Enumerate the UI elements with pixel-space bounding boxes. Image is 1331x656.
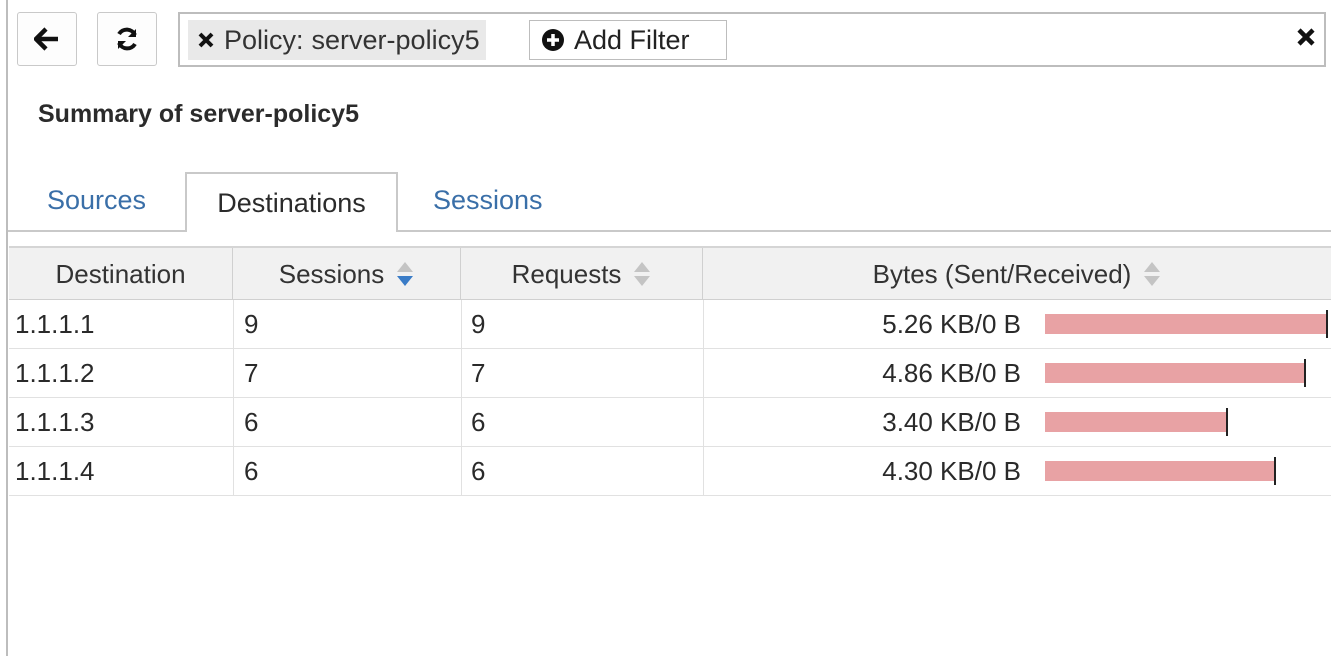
tab-sources[interactable]: Sources [47, 185, 146, 216]
table-row[interactable]: 1.1.1.3 6 6 3.40 KB/0 B [9, 398, 1331, 447]
bytes-bar [1045, 310, 1328, 338]
cell-sessions: 6 [244, 455, 259, 486]
column-divider [703, 349, 704, 397]
cell-requests: 6 [471, 406, 486, 437]
tab-destinations[interactable]: Destinations [185, 172, 398, 232]
arrow-left-icon [34, 27, 58, 51]
plus-circle-icon [542, 29, 564, 51]
bytes-bar-marker [1304, 359, 1306, 387]
cell-requests: 6 [471, 455, 486, 486]
column-divider [461, 447, 462, 495]
back-button[interactable] [17, 12, 77, 66]
bytes-bar-fill [1045, 314, 1328, 334]
column-header-sessions[interactable]: Sessions [233, 248, 461, 300]
column-header-label: Bytes (Sent/Received) [872, 258, 1132, 289]
column-header-label: Requests [511, 258, 622, 289]
remove-filter-icon[interactable] [192, 31, 220, 49]
column-divider [703, 447, 704, 495]
cell-destination: 1.1.1.4 [15, 455, 95, 486]
bytes-bar-marker [1226, 408, 1228, 436]
cell-bytes: 5.26 KB/0 B [882, 308, 1021, 339]
column-header-destination[interactable]: Destination [9, 248, 233, 300]
cell-requests: 7 [471, 357, 486, 388]
column-divider [233, 398, 234, 446]
column-divider [461, 349, 462, 397]
cell-sessions: 9 [244, 308, 259, 339]
column-divider [703, 398, 704, 446]
sort-icon[interactable] [633, 260, 651, 288]
column-header-label: Sessions [278, 258, 385, 289]
bytes-bar [1045, 408, 1328, 436]
add-filter-button[interactable]: Add Filter [529, 20, 727, 60]
column-divider [233, 447, 234, 495]
column-header-label: Destination [55, 258, 186, 289]
cell-destination: 1.1.1.2 [15, 357, 95, 388]
column-divider [461, 300, 462, 348]
filter-chip-value: server-policy5 [311, 24, 480, 55]
table-row[interactable]: 1.1.1.2 7 7 4.86 KB/0 B [9, 349, 1331, 398]
add-filter-label: Add Filter [574, 24, 690, 55]
column-divider [233, 349, 234, 397]
bytes-bar-marker [1326, 310, 1328, 338]
bytes-bar [1045, 359, 1328, 387]
column-divider [703, 300, 704, 348]
bytes-bar-fill [1045, 412, 1228, 432]
bytes-bar-marker [1274, 457, 1276, 485]
clear-filters-icon[interactable] [1296, 27, 1316, 47]
cell-destination: 1.1.1.1 [15, 308, 95, 339]
table-row[interactable]: 1.1.1.4 6 6 4.30 KB/0 B [9, 447, 1331, 496]
bytes-bar-fill [1045, 461, 1276, 481]
filter-chip-policy: Policy: server-policy5 [188, 20, 486, 60]
sort-icon[interactable] [1143, 260, 1161, 288]
column-divider [233, 300, 234, 348]
panel-left-border [6, 0, 8, 656]
cell-destination: 1.1.1.3 [15, 406, 95, 437]
sort-descending-icon[interactable] [396, 260, 414, 288]
table-body: 1.1.1.1 9 9 5.26 KB/0 B 1.1.1.2 7 7 4.86… [9, 300, 1331, 496]
destinations-table: Destination Sessions Requests Bytes (Sen… [9, 246, 1331, 496]
column-header-requests[interactable]: Requests [461, 248, 703, 300]
cell-bytes: 4.30 KB/0 B [882, 455, 1021, 486]
table-header: Destination Sessions Requests Bytes (Sen… [9, 246, 1331, 300]
refresh-icon [117, 27, 137, 51]
cell-sessions: 6 [244, 406, 259, 437]
cell-bytes: 3.40 KB/0 B [882, 406, 1021, 437]
bytes-bar-fill [1045, 363, 1306, 383]
cell-bytes: 4.86 KB/0 B [882, 357, 1021, 388]
cell-requests: 9 [471, 308, 486, 339]
cell-sessions: 7 [244, 357, 259, 388]
column-header-bytes[interactable]: Bytes (Sent/Received) [703, 248, 1331, 300]
bytes-bar [1045, 457, 1328, 485]
table-row[interactable]: 1.1.1.1 9 9 5.26 KB/0 B [9, 300, 1331, 349]
tab-sessions[interactable]: Sessions [433, 185, 543, 216]
filter-bar[interactable]: Policy: server-policy5 Add Filter [178, 12, 1326, 67]
filter-chip-label: Policy: [224, 24, 304, 55]
refresh-button[interactable] [97, 12, 157, 66]
summary-title: Summary of server-policy5 [38, 100, 359, 128]
column-divider [461, 398, 462, 446]
